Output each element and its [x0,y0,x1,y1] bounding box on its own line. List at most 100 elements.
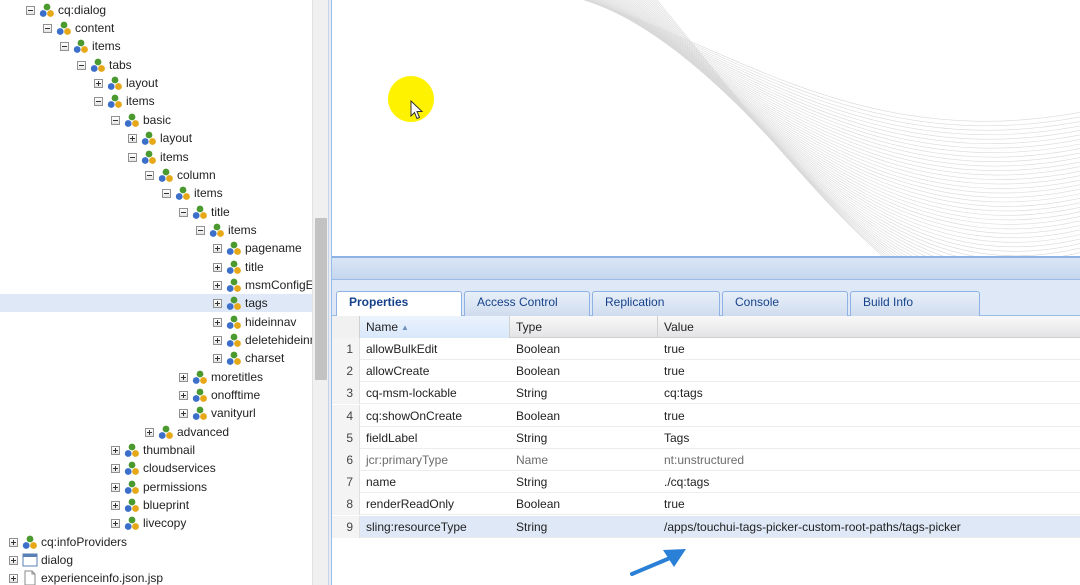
collapse-toggle-icon[interactable] [26,6,35,15]
expand-toggle-icon[interactable] [9,556,18,565]
tree-node[interactable]: content [0,19,312,37]
tab-access-control[interactable]: Access Control [464,291,590,316]
expand-toggle-icon[interactable] [9,538,18,547]
expand-toggle-icon[interactable] [111,446,120,455]
tree-node[interactable]: moretitles [0,368,312,386]
expand-toggle-icon[interactable] [179,391,188,400]
expand-toggle-icon[interactable] [145,428,154,437]
expand-toggle-icon[interactable] [9,574,18,583]
column-header-label: Name [366,320,399,334]
tree-node[interactable]: hideinnav [0,313,312,331]
property-value: cq:tags [664,386,703,401]
property-row[interactable]: 6 jcr:primaryType Name nt:unstructured [332,449,1080,471]
tree-node[interactable]: experienceinfo.json.jsp [0,569,312,585]
property-row[interactable]: 1 allowBulkEdit Boolean true [332,338,1080,360]
expand-toggle-icon[interactable] [111,464,120,473]
tree-node[interactable]: livecopy [0,514,312,532]
collapse-toggle-icon[interactable] [94,97,103,106]
collapse-toggle-icon[interactable] [111,116,120,125]
property-value: Tags [664,430,690,445]
property-row[interactable]: 9 sling:resourceType String/apps/touchui-t… [332,515,1080,538]
tree-scroll-thumb[interactable] [315,218,327,380]
node-icon [22,535,37,549]
tree-node[interactable]: tabs [0,56,312,74]
file-icon [24,570,36,585]
tab-properties[interactable]: Properties [336,291,462,317]
node-icon [158,168,173,182]
tree-node[interactable]: layout [0,129,312,147]
collapse-toggle-icon[interactable] [77,61,86,70]
tree-node[interactable]: deletehideinn [0,331,312,349]
node-icon [226,241,241,255]
tab-build-info[interactable]: Build Info [850,291,980,316]
collapse-toggle-icon[interactable] [128,153,137,162]
tree-node[interactable]: blueprint [0,496,312,514]
column-header-value[interactable]: Value [658,316,1080,338]
tree-node[interactable]: thumbnail [0,441,312,459]
property-row[interactable]: 7 name String ./cq:tags [332,471,1080,494]
property-row[interactable]: 3 cq-msm-lockable String cq:tags [332,382,1080,405]
node-icon [107,94,122,108]
collapse-toggle-icon[interactable] [60,42,69,51]
collapse-toggle-icon[interactable] [43,24,52,33]
tree-node[interactable]: msmConfigEr [0,276,312,294]
expand-toggle-icon[interactable] [111,519,120,528]
collapse-toggle-icon[interactable] [145,171,154,180]
expand-toggle-icon[interactable] [179,373,188,382]
tree-node[interactable]: items [0,184,312,202]
expand-toggle-icon[interactable] [213,299,222,308]
property-value: true [664,408,685,423]
expand-toggle-icon[interactable] [213,336,222,345]
expand-toggle-icon[interactable] [213,263,222,272]
collapse-toggle-icon[interactable] [162,189,171,198]
collapse-toggle-icon[interactable] [196,226,205,235]
expand-toggle-icon[interactable] [213,244,222,253]
tree-node[interactable]: vanityurl [0,404,312,422]
tab-console[interactable]: Console [722,291,848,316]
property-row[interactable]: 8 renderReadOnly Boolean true [332,493,1080,516]
expand-toggle-icon[interactable] [213,318,222,327]
tree-node-label: column [177,168,216,182]
column-header-name[interactable]: Name ▲ [360,316,510,338]
tree-node[interactable]: title [0,203,312,221]
expand-toggle-icon[interactable] [213,354,222,363]
tree-node-label: experienceinfo.json.jsp [41,571,164,585]
property-row[interactable]: 5 fieldLabel String Tags [332,426,1080,449]
tree-scrollbar[interactable] [312,0,328,585]
collapse-toggle-icon[interactable] [179,208,188,217]
property-type: String [516,475,548,490]
tree-node[interactable]: permissions [0,478,312,496]
expand-toggle-icon[interactable] [94,79,103,88]
property-row[interactable]: 4 cq:showOnCreate Boolean true [332,404,1080,427]
tree-node[interactable]: tags [0,294,312,312]
tab-label: Console [735,295,780,309]
expand-toggle-icon[interactable] [111,501,120,510]
column-header-type[interactable]: Type [510,316,658,338]
expand-toggle-icon[interactable] [111,483,120,492]
tree-node[interactable]: items [0,221,312,239]
tree-node[interactable]: pagename [0,239,312,257]
tree-node[interactable]: cloudservices [0,459,312,477]
tree-node[interactable]: dialog [0,551,312,569]
expand-toggle-icon[interactable] [213,281,222,290]
property-name: allowCreate [366,364,430,379]
tree-node[interactable]: title [0,258,312,276]
expand-toggle-icon[interactable] [179,409,188,418]
tree-node[interactable]: cq:infoProviders [0,533,312,551]
tree-node[interactable]: charset [0,349,312,367]
tree-node[interactable]: column [0,166,312,184]
tree-node[interactable]: onofftime [0,386,312,404]
property-row[interactable]: 2 allowCreate Boolean true [332,360,1080,383]
tree-node[interactable]: layout [0,74,312,92]
mouse-pointer-icon [410,100,424,120]
expand-toggle-icon[interactable] [128,134,137,143]
node-icon [175,186,190,200]
tree-node[interactable]: items [0,148,312,166]
panel-collapse-bar[interactable] [332,258,1080,280]
tab-replication[interactable]: Replication [592,291,720,316]
tree-node[interactable]: items [0,92,312,110]
tree-node[interactable]: basic [0,111,312,129]
tree-node[interactable]: items [0,37,312,55]
tree-node[interactable]: advanced [0,423,312,441]
tree-node[interactable]: cq:dialog [0,1,312,19]
